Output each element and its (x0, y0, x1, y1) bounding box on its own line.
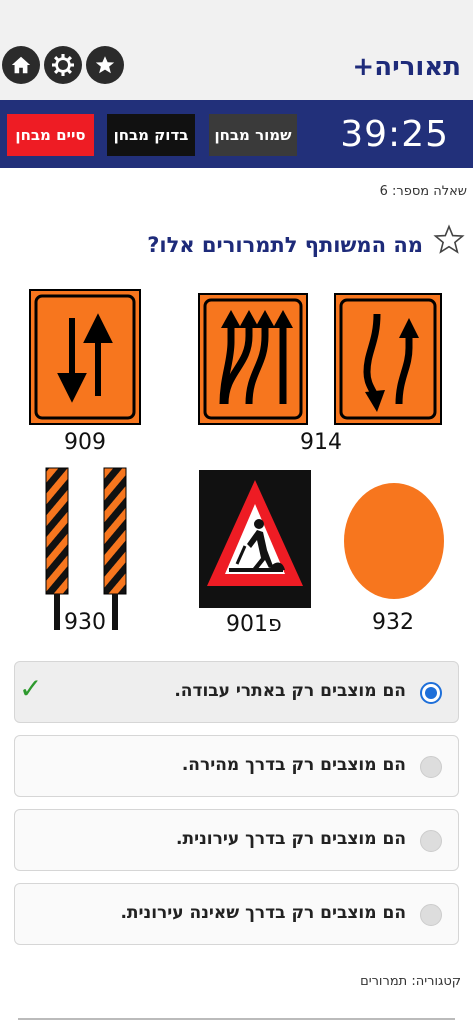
answer-option-4[interactable]: הם מוצבים רק בדרך שאינה עירונית. (14, 883, 459, 945)
sign-code-909: 909 (64, 430, 106, 455)
question-text: מה המשותף לתמרורים אלו? (147, 233, 423, 257)
divider (18, 1018, 455, 1020)
favorite-star-icon[interactable] (433, 224, 465, 256)
question-category: קטגוריה: תמרורים (360, 974, 461, 989)
end-exam-button[interactable]: סיים מבחן (7, 114, 94, 156)
favorites-button[interactable] (86, 46, 124, 84)
sign-901p (199, 470, 311, 608)
exam-timer: 39:25 (340, 114, 449, 155)
answer-text: הם מוצבים רק בדרך עירונית. (176, 829, 406, 849)
answer-text: הם מוצבים רק בדרך שאינה עירונית. (120, 903, 406, 923)
answer-radio[interactable] (420, 904, 442, 926)
gear-icon (52, 54, 74, 76)
sign-code-901p: 901פ (226, 612, 282, 637)
question-number: שאלה מספר: 6 (379, 184, 467, 199)
app-title: תאוריה+ (352, 52, 461, 82)
sign-914-reverse (334, 293, 442, 425)
sign-914 (198, 293, 308, 425)
correct-check-icon: ✓ (19, 672, 43, 705)
sign-909 (29, 289, 141, 425)
answer-text: הם מוצבים רק בדרך מהירה. (181, 755, 406, 775)
answer-radio[interactable] (420, 830, 442, 852)
home-icon (11, 56, 31, 74)
answer-text: הם מוצבים רק באתרי עבודה. (174, 681, 406, 701)
answer-radio-selected[interactable] (420, 682, 442, 704)
sign-code-930: 930 (64, 610, 106, 635)
app-header: תאוריה+ (0, 0, 473, 100)
question-image: 909 914 930 901פ 932 (8, 280, 465, 646)
save-exam-button[interactable]: שמור מבחן (209, 114, 297, 156)
answer-option-1[interactable]: הם מוצבים רק באתרי עבודה. ✓ (14, 661, 459, 723)
sign-code-932: 932 (372, 610, 414, 635)
sign-code-914: 914 (300, 430, 342, 455)
check-exam-button[interactable]: בדוק מבחן (107, 114, 195, 156)
exam-toolbar: סיים מבחן בדוק מבחן שמור מבחן 39:25 (0, 100, 473, 168)
settings-button[interactable] (44, 46, 82, 84)
answer-radio[interactable] (420, 756, 442, 778)
sign-930 (45, 467, 127, 630)
home-button[interactable] (2, 46, 40, 84)
sign-932 (344, 483, 444, 599)
answer-option-2[interactable]: הם מוצבים רק בדרך מהירה. (14, 735, 459, 797)
answer-option-3[interactable]: הם מוצבים רק בדרך עירונית. (14, 809, 459, 871)
star-icon (95, 56, 115, 74)
